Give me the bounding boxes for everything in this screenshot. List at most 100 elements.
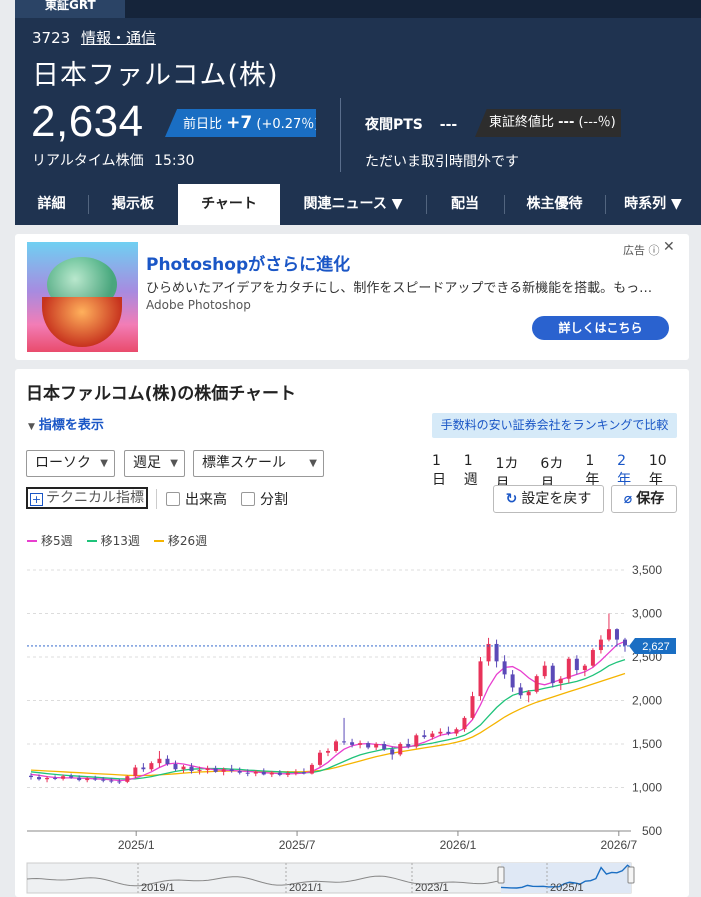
tab-benefits[interactable]: 株主優待 xyxy=(504,184,605,225)
candle xyxy=(534,676,539,692)
ad-info-icon[interactable]: ⓘ xyxy=(649,244,660,257)
change-pct: (+0.27％) xyxy=(256,117,320,132)
x-tick-label: 2025/1 xyxy=(118,838,155,849)
volume-checkbox[interactable]: 出来高 xyxy=(166,489,227,509)
tab-timeseries[interactable]: 時系列 ▼ xyxy=(605,184,701,225)
ad-title[interactable]: Photoshopがさらに進化 xyxy=(146,250,350,275)
navigator-handle xyxy=(627,866,635,884)
candle xyxy=(61,776,66,779)
save-button[interactable]: ⌀ 保存 xyxy=(611,485,677,513)
legend-ma13: 移13週 xyxy=(86,532,140,549)
pts-row: 夜間PTS --- xyxy=(365,114,457,134)
split-label: 分割 xyxy=(260,492,288,508)
ad-banner[interactable]: Photoshopがさらに進化 ひらめいたアイデアをカタチにし、制作をスピードア… xyxy=(15,234,689,360)
chart-title: 日本ファルコム(株)の株価チャート xyxy=(26,384,297,404)
stock-code: 3723 xyxy=(32,29,71,47)
controls-divider xyxy=(156,489,157,509)
realtime-text: リアルタイム株価 xyxy=(32,153,144,169)
ad-detail-button[interactable]: 詳しくはこちら xyxy=(532,316,669,340)
candle xyxy=(285,773,290,775)
save-text: 保存 xyxy=(636,491,665,507)
ad-label-text: 広告 xyxy=(623,244,645,257)
tab-dividend[interactable]: 配当 xyxy=(426,184,504,225)
candle xyxy=(181,766,186,770)
x-tick-label: 2025/7 xyxy=(279,838,316,849)
technical-indicator-button[interactable]: + テクニカル指標 xyxy=(26,487,148,509)
candle xyxy=(366,743,371,748)
tab-detail[interactable]: 詳細 xyxy=(15,184,88,225)
candle xyxy=(93,778,98,780)
volume-label: 出来高 xyxy=(185,492,227,508)
price-chart[interactable]: 3,5003,0002,5002,0001,5001,0005002025/1 2… xyxy=(15,559,689,849)
industry-link[interactable]: 情報・通信 xyxy=(81,29,156,47)
x-tick-label: 2026/1 xyxy=(440,838,477,849)
chart-card: 日本ファルコム(株)の株価チャート ▼ 指標を表示 手数料の安い証券会社をランキン… xyxy=(15,369,689,897)
candle xyxy=(486,643,491,662)
y-tick-label: 500 xyxy=(642,824,662,838)
legend-ma26-label: 移26週 xyxy=(167,534,208,548)
candle xyxy=(245,772,250,774)
period-1d[interactable]: 1日 xyxy=(432,453,454,496)
ad-label[interactable]: 広告 ⓘ xyxy=(623,242,660,258)
candle xyxy=(334,741,339,751)
plus-icon: + xyxy=(30,493,43,506)
scale-select[interactable]: 標準スケール ▼ xyxy=(193,450,324,477)
caret-down-icon: ▼ xyxy=(170,458,178,469)
navigator-tick-label: 2019/1 xyxy=(141,882,175,894)
y-tick-label: 2,000 xyxy=(632,694,662,708)
navigator-handle xyxy=(497,866,505,884)
candle xyxy=(614,629,619,640)
range-navigator[interactable]: 2019/1 2021/1 2023/1 2025/1 xyxy=(15,857,689,897)
x-tick-label: 2026/7 xyxy=(600,838,637,849)
candle xyxy=(574,658,579,671)
y-tick-label: 1,000 xyxy=(632,781,662,795)
candle xyxy=(398,744,403,755)
chart-type-select[interactable]: ローソク ▼ xyxy=(26,450,115,477)
candle xyxy=(205,768,210,771)
header-topbar xyxy=(125,0,701,18)
ad-image[interactable] xyxy=(27,242,138,352)
candle xyxy=(253,771,258,774)
ad-brand: Adobe Photoshop xyxy=(146,298,251,312)
pts-value: --- xyxy=(439,117,458,133)
checkbox-box[interactable] xyxy=(166,492,180,506)
split-checkbox[interactable]: 分割 xyxy=(241,489,288,509)
caret-down-icon: ▼ xyxy=(100,458,108,469)
candle xyxy=(342,741,347,743)
ad-text: ひらめいたアイデアをカタチにし、制作をスピードアップできる新機能を搭載。もっ… xyxy=(146,281,653,296)
interval-select[interactable]: 週足 ▼ xyxy=(124,450,185,477)
broker-ranking-button[interactable]: 手数料の安い証券会社をランキングで比較 xyxy=(432,413,677,438)
market-tab[interactable]: 東証GRT xyxy=(15,0,125,18)
candle xyxy=(189,766,194,771)
navigator-tick-label: 2023/1 xyxy=(415,882,449,894)
navigator-tick-label: 2025/1 xyxy=(550,882,584,894)
tab-board[interactable]: 掲示板 xyxy=(88,184,178,225)
candle xyxy=(542,665,547,677)
candle xyxy=(422,735,427,738)
show-indicators-link[interactable]: ▼ 指標を表示 xyxy=(28,414,104,433)
triangle-down-icon: ▼ xyxy=(28,422,35,432)
candle xyxy=(478,661,483,697)
legend-swatch xyxy=(27,540,37,542)
caret-down-icon: ▼ xyxy=(309,458,317,469)
pts-label: 夜間PTS xyxy=(365,117,423,133)
realtime-label: リアルタイム株価 15:30 xyxy=(32,150,194,170)
candle xyxy=(510,674,515,688)
candle xyxy=(277,772,282,775)
tab-news[interactable]: 関連ニュース ▼ xyxy=(280,184,426,225)
candle xyxy=(77,777,82,781)
candle xyxy=(382,744,387,750)
candle xyxy=(109,780,114,782)
reset-settings-button[interactable]: ↻ 設定を戻す xyxy=(493,485,604,513)
scale-value: 標準スケール xyxy=(202,455,286,471)
legend-ma26: 移26週 xyxy=(153,532,208,549)
tab-chart[interactable]: チャート xyxy=(178,184,280,225)
close-icon[interactable]: ✕ xyxy=(663,239,675,255)
candle xyxy=(125,776,130,782)
y-tick-label: 1,500 xyxy=(632,737,662,751)
period-1w[interactable]: 1週 xyxy=(464,453,486,496)
close-compare-badge: 東証終値比 --- (---％) xyxy=(475,109,621,137)
candle xyxy=(526,691,531,696)
candle xyxy=(446,731,451,734)
checkbox-box[interactable] xyxy=(241,492,255,506)
